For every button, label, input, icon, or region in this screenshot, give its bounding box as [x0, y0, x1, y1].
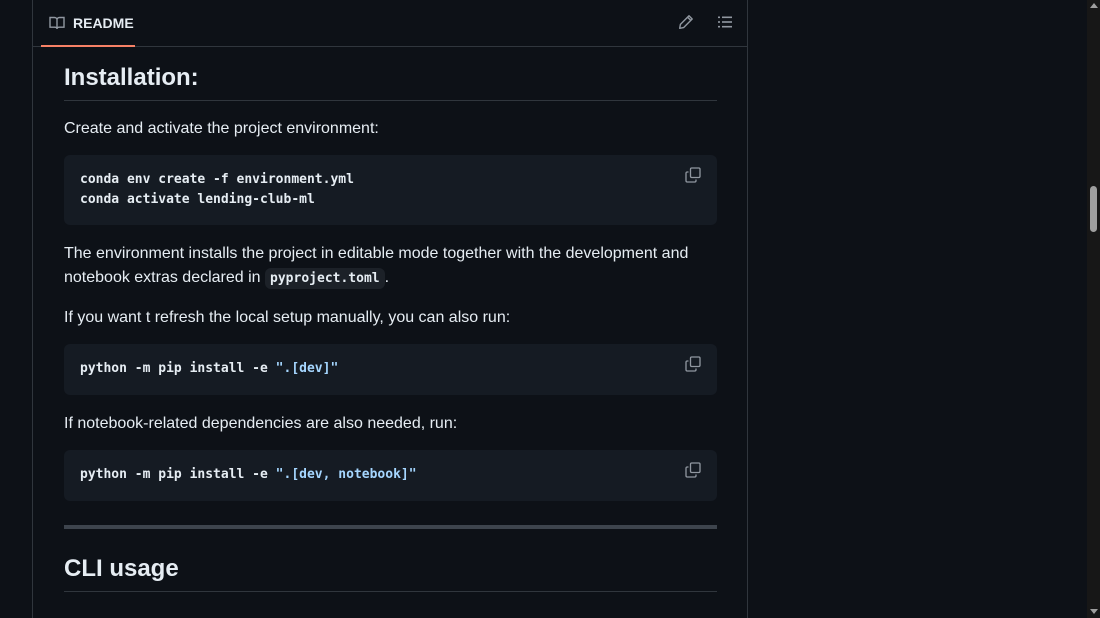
- edit-button[interactable]: [674, 12, 698, 36]
- code-string: ".[dev]": [275, 361, 339, 376]
- scroll-thumb[interactable]: [1090, 186, 1097, 232]
- installation-intro: Create and activate the project environm…: [64, 120, 379, 137]
- copy-button[interactable]: [683, 461, 703, 483]
- scroll-down-arrow-icon[interactable]: [1090, 609, 1098, 614]
- section-divider: [64, 525, 717, 529]
- code-command: python -m pip install -e: [80, 361, 276, 376]
- environment-paragraph: The environment installs the project in …: [64, 242, 717, 291]
- book-icon: [49, 15, 65, 31]
- environment-text-end: .: [384, 269, 390, 286]
- code-block-pip-dev: python -m pip install -e ".[dev]": [64, 344, 717, 395]
- code-line: conda env create -f environment.yml: [80, 172, 354, 187]
- code-text[interactable]: python -m pip install -e ".[dev, noteboo…: [80, 465, 417, 485]
- installation-heading: Installation:: [64, 64, 717, 101]
- inline-code-pyproject: pyproject.toml: [265, 268, 385, 289]
- pencil-icon: [678, 14, 694, 35]
- outline-button[interactable]: [713, 12, 737, 36]
- page-margin: [0, 0, 32, 618]
- list-icon: [717, 14, 733, 35]
- code-text[interactable]: conda env create -f environment.yml cond…: [80, 170, 354, 210]
- readme-tab[interactable]: README: [41, 0, 135, 47]
- copy-icon: [685, 355, 701, 377]
- code-command: python -m pip install -e: [80, 467, 276, 482]
- copy-button[interactable]: [683, 355, 703, 377]
- code-block-conda: conda env create -f environment.yml cond…: [64, 155, 717, 225]
- readme-tab-label: README: [73, 14, 134, 31]
- page-scrollbar[interactable]: [1087, 0, 1100, 618]
- cli-usage-heading: CLI usage: [64, 555, 717, 592]
- readme-panel: README Installation: Create and activate…: [32, 0, 748, 618]
- code-text[interactable]: python -m pip install -e ".[dev]": [80, 359, 338, 379]
- scroll-up-arrow-icon[interactable]: [1090, 3, 1098, 8]
- copy-icon: [685, 461, 701, 483]
- copy-button[interactable]: [683, 166, 703, 188]
- refresh-paragraph: If you want t refresh the local setup ma…: [64, 309, 511, 326]
- readme-header: README: [33, 0, 748, 47]
- code-line: conda activate lending-club-ml: [80, 192, 315, 207]
- notebook-paragraph: If notebook-related dependencies are als…: [64, 415, 458, 432]
- code-string: ".[dev, notebook]": [275, 467, 417, 482]
- copy-icon: [685, 166, 701, 188]
- code-block-pip-notebook: python -m pip install -e ".[dev, noteboo…: [64, 450, 717, 501]
